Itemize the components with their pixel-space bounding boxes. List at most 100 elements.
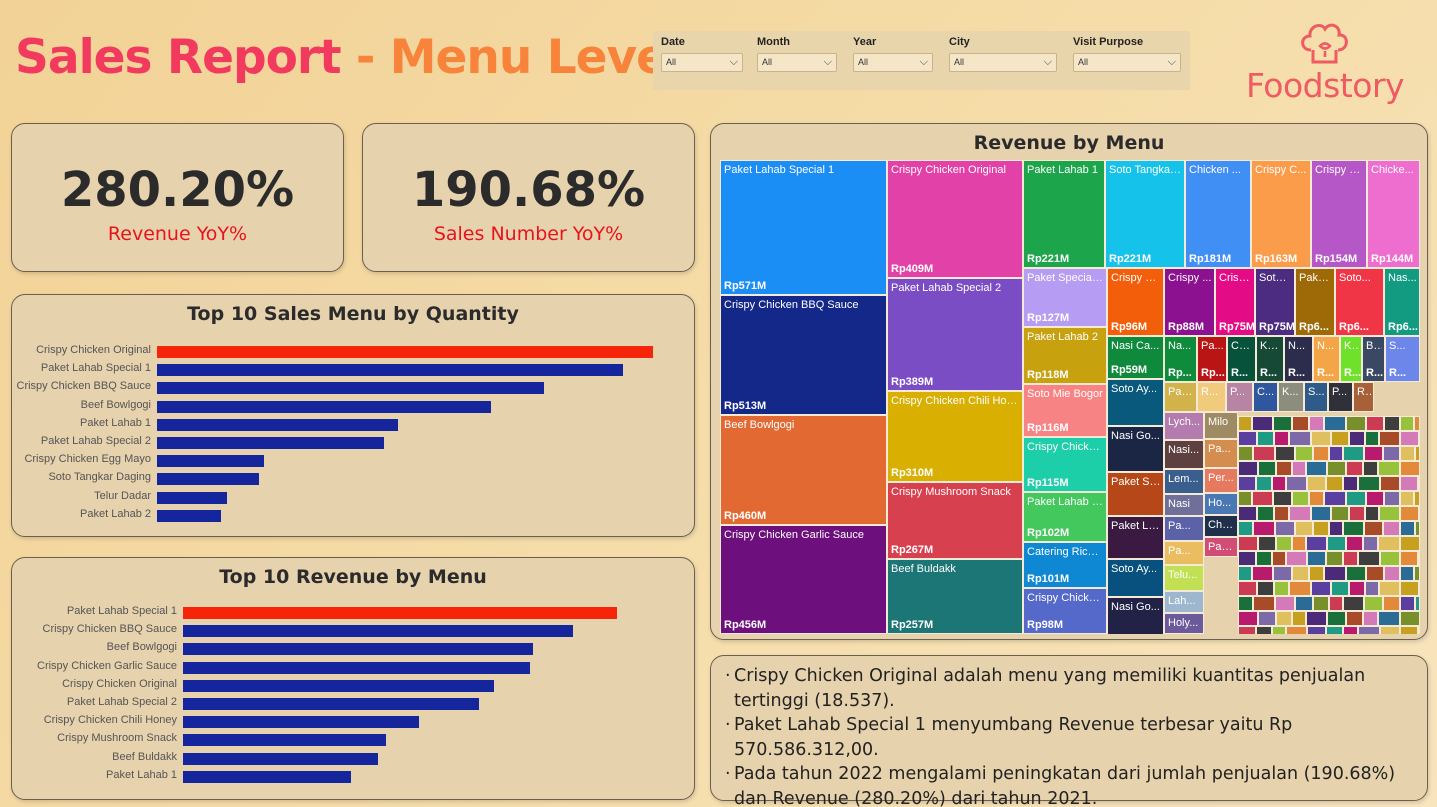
treemap-tile-small[interactable] (1349, 506, 1365, 521)
treemap-tile-small[interactable] (1343, 596, 1364, 611)
treemap-tile-small[interactable] (1343, 551, 1358, 566)
treemap-tile[interactable]: Ho... (1204, 493, 1238, 515)
treemap-tile-small[interactable] (1400, 566, 1414, 581)
treemap-tile-small[interactable] (1275, 446, 1295, 461)
treemap-tile[interactable]: Nasi... (1164, 440, 1204, 469)
bar[interactable] (157, 509, 222, 522)
treemap-tile-small[interactable] (1414, 566, 1420, 581)
bar-row[interactable]: Beef Buldakk (12, 750, 696, 768)
treemap-tile[interactable]: Paket Sp... (1107, 472, 1164, 516)
bar-row[interactable]: Crispy Chicken Garlic Sauce (12, 659, 696, 677)
bar-row[interactable]: Crispy Chicken Egg Mayo (12, 452, 696, 470)
treemap-tile[interactable]: Pake... (1204, 537, 1238, 557)
treemap-tile-small[interactable] (1365, 431, 1379, 446)
treemap-tile-small[interactable] (1307, 476, 1326, 491)
treemap-tile-small[interactable] (1349, 581, 1365, 596)
treemap-tile-small[interactable] (1358, 626, 1380, 634)
treemap-tile-small[interactable] (1238, 551, 1256, 566)
treemap-tile[interactable]: Beef Bowlgogi Rp460M (720, 415, 887, 525)
treemap-tile-small[interactable] (1289, 431, 1311, 446)
bar[interactable] (157, 364, 623, 377)
treemap-tile[interactable]: Soto Mie Bogor Rp116M (1023, 384, 1107, 437)
bar[interactable] (157, 491, 227, 504)
treemap-tile-small[interactable] (1256, 551, 1272, 566)
treemap-tile-small[interactable] (1418, 476, 1420, 491)
bar-row[interactable]: Telur Dadar (12, 489, 696, 507)
bar[interactable] (183, 607, 617, 619)
treemap-tile-small[interactable] (1286, 476, 1307, 491)
treemap-tile-small[interactable] (1257, 431, 1274, 446)
treemap-tile-small[interactable] (1309, 566, 1324, 581)
treemap-tile-small[interactable] (1384, 416, 1400, 431)
treemap-tile[interactable]: Ku... R... (1256, 336, 1284, 382)
treemap-tile-small[interactable] (1276, 611, 1292, 626)
treemap-tile-small[interactable] (1400, 476, 1418, 491)
treemap-tile-small[interactable] (1400, 491, 1414, 506)
treemap-tile-small[interactable] (1366, 566, 1384, 581)
treemap-tile-small[interactable] (1327, 611, 1346, 626)
treemap-tile-small[interactable] (1253, 596, 1275, 611)
treemap-tile-small[interactable] (1418, 551, 1420, 566)
treemap-tile[interactable]: Pa... (1204, 439, 1238, 468)
treemap-tile-small[interactable] (1273, 566, 1292, 581)
treemap-tile[interactable]: Telu... (1164, 565, 1204, 591)
treemap-tile-small[interactable] (1311, 581, 1331, 596)
treemap-tile-small[interactable] (1380, 626, 1400, 634)
treemap-tile-small[interactable] (1311, 506, 1331, 521)
treemap-tile-small[interactable] (1327, 461, 1346, 476)
bar-row[interactable]: Paket Lahab 2 (12, 507, 696, 525)
treemap-tile-small[interactable] (1364, 446, 1383, 461)
treemap-tile-small[interactable] (1349, 431, 1365, 446)
treemap-tile[interactable]: Pa... (1164, 516, 1204, 541)
treemap-tile-small[interactable] (1286, 626, 1307, 634)
bar[interactable] (157, 473, 259, 486)
treemap-tile-small[interactable] (1306, 611, 1327, 626)
treemap-tile-small[interactable] (1238, 461, 1258, 476)
bar[interactable] (183, 716, 419, 729)
bar[interactable] (157, 400, 492, 413)
treemap-tile-small[interactable] (1379, 431, 1400, 446)
treemap-tile-small[interactable] (1378, 461, 1400, 476)
treemap-tile-small[interactable] (1309, 416, 1324, 431)
treemap-tile-small[interactable] (1400, 581, 1419, 596)
treemap-tile-small[interactable] (1378, 611, 1400, 626)
treemap-tile-small[interactable] (1365, 506, 1379, 521)
bar-row[interactable]: Crispy Chicken Original (12, 677, 696, 695)
treemap-tile-small[interactable] (1273, 491, 1292, 506)
treemap-tile-small[interactable] (1295, 521, 1313, 536)
treemap-tile-small[interactable] (1400, 551, 1418, 566)
treemap-tile[interactable]: Paket Lahab Special 2 Rp389M (887, 278, 1023, 391)
treemap-tile-small[interactable] (1415, 596, 1420, 611)
treemap-tile-small[interactable] (1313, 446, 1329, 461)
bar-row[interactable]: Crispy Chicken BBQ Sauce (12, 622, 696, 640)
treemap-tile-small[interactable] (1292, 536, 1306, 551)
bar-row[interactable]: Paket Lahab Special 1 (12, 361, 696, 379)
treemap-tile[interactable]: Nasi (1164, 494, 1204, 516)
bar-row[interactable]: Beef Bowlgogi (12, 640, 696, 658)
treemap-tile[interactable]: Paket Special ... Rp127M (1023, 268, 1107, 327)
bar[interactable] (183, 770, 351, 783)
treemap-tile-small[interactable] (1379, 506, 1400, 521)
treemap-tile[interactable]: Crispy C... Rp96M (1107, 268, 1164, 336)
treemap-tile-small[interactable] (1286, 551, 1307, 566)
bar[interactable] (183, 752, 379, 765)
treemap-tile[interactable]: P... (1226, 382, 1253, 412)
treemap-tile[interactable]: Paket Lahab Special 1 Rp571M (720, 160, 887, 295)
treemap-tile-small[interactable] (1238, 431, 1257, 446)
treemap-tile-small[interactable] (1252, 566, 1273, 581)
treemap-tile-small[interactable] (1307, 626, 1326, 634)
treemap-tile-small[interactable] (1419, 506, 1420, 521)
treemap-tile-small[interactable] (1400, 536, 1420, 551)
bar[interactable] (157, 346, 653, 358)
treemap-tile[interactable]: Pake... Rp6... (1295, 268, 1335, 336)
treemap-tile-small[interactable] (1329, 596, 1343, 611)
treemap-tile[interactable]: N... R... (1313, 336, 1340, 382)
treemap-tile-small[interactable] (1400, 596, 1415, 611)
treemap-tile-small[interactable] (1346, 491, 1366, 506)
treemap-tile-small[interactable] (1253, 521, 1275, 536)
treemap-tile[interactable]: B... R... (1362, 336, 1385, 382)
bar-row[interactable]: Beef Bowlgogi (12, 398, 696, 416)
bar-row[interactable]: Paket Lahab Special 1 (12, 604, 696, 622)
bar-row[interactable]: Crispy Mushroom Snack (12, 731, 696, 749)
treemap-tile-small[interactable] (1400, 506, 1419, 521)
